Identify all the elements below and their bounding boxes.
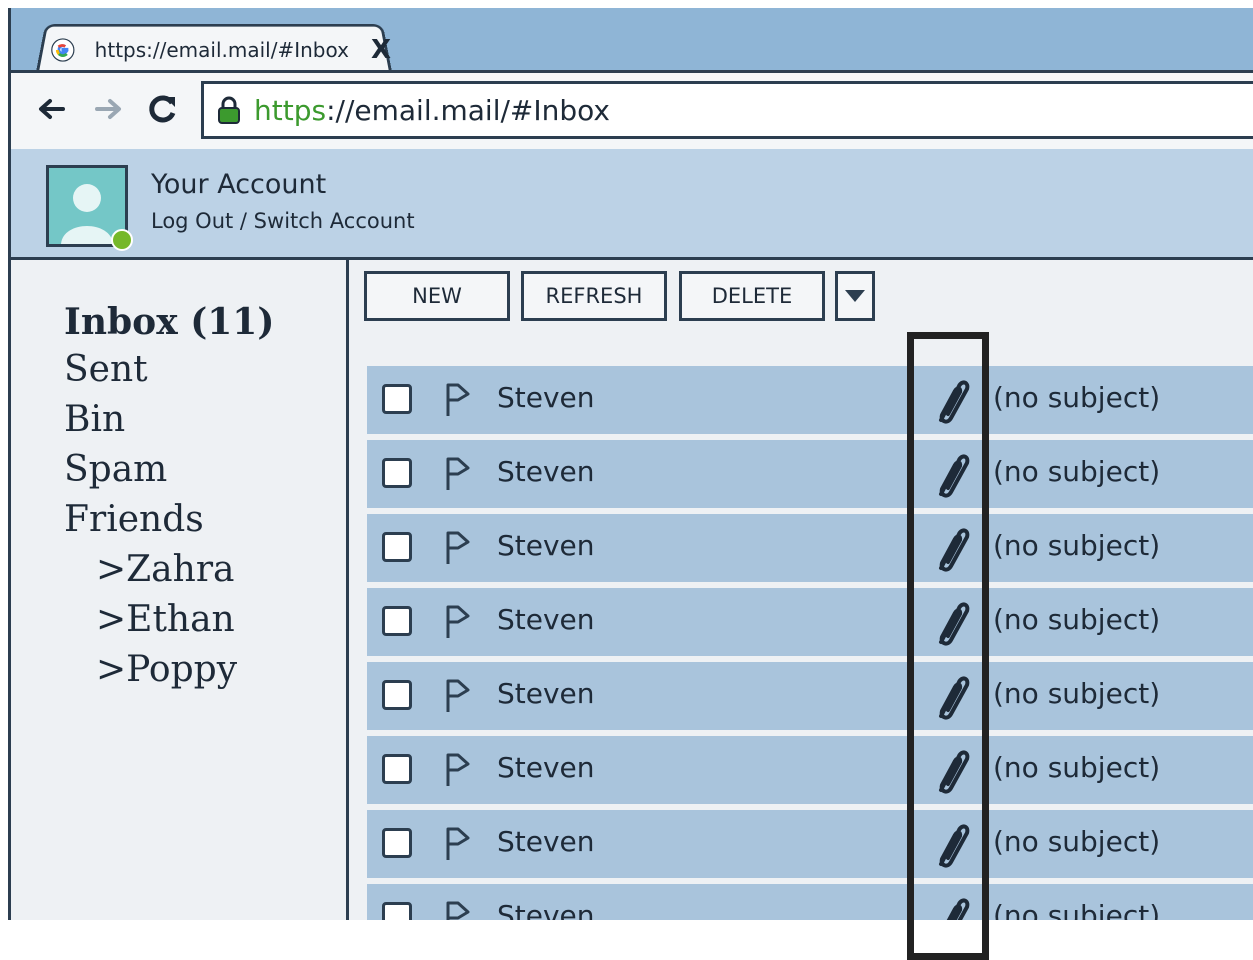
row-subject: (no subject) bbox=[993, 677, 1161, 710]
row-sender: Steven bbox=[497, 455, 595, 488]
folder-spam[interactable]: Spam bbox=[64, 452, 167, 488]
new-button[interactable]: NEW bbox=[364, 271, 510, 321]
row-checkbox[interactable] bbox=[382, 902, 412, 920]
tab-close-icon[interactable]: X bbox=[371, 37, 391, 63]
attachment-column-highlight bbox=[907, 332, 989, 960]
email-row[interactable]: Steven (no subject) bbox=[367, 810, 1253, 878]
row-checkbox[interactable] bbox=[382, 532, 412, 562]
row-subject: (no subject) bbox=[993, 529, 1161, 562]
tab-title: https://email.mail/#Inbox bbox=[94, 38, 349, 62]
account-links[interactable]: Log Out / Switch Account bbox=[151, 209, 415, 233]
flag-icon[interactable] bbox=[444, 604, 472, 640]
lock-icon bbox=[218, 96, 240, 124]
row-subject: (no subject) bbox=[993, 825, 1161, 858]
row-checkbox[interactable] bbox=[382, 680, 412, 710]
row-subject: (no subject) bbox=[993, 455, 1161, 488]
browser-tab-content[interactable]: https://email.mail/#Inbox X bbox=[51, 30, 391, 70]
row-sender: Steven bbox=[497, 751, 595, 784]
email-row[interactable]: Steven (no subject) bbox=[367, 588, 1253, 656]
flag-icon[interactable] bbox=[444, 456, 472, 492]
flag-icon[interactable] bbox=[444, 382, 472, 418]
browser-toolbar: https://email.mail/#Inbox bbox=[11, 70, 1253, 152]
address-bar[interactable]: https://email.mail/#Inbox bbox=[201, 81, 1253, 139]
flag-icon[interactable] bbox=[444, 678, 472, 714]
folder-zahra[interactable]: >Zahra bbox=[96, 552, 235, 588]
flag-icon[interactable] bbox=[444, 900, 472, 920]
flag-icon[interactable] bbox=[444, 752, 472, 788]
row-sender: Steven bbox=[497, 529, 595, 562]
row-sender: Steven bbox=[497, 603, 595, 636]
flag-icon[interactable] bbox=[444, 826, 472, 862]
row-checkbox[interactable] bbox=[382, 458, 412, 488]
email-row[interactable]: Steven (no subject) bbox=[367, 514, 1253, 582]
more-actions-button[interactable] bbox=[835, 271, 875, 321]
message-pane: NEW REFRESH DELETE Steven (no subject) Ste… bbox=[349, 260, 1253, 920]
flag-icon[interactable] bbox=[444, 530, 472, 566]
row-subject: (no subject) bbox=[993, 751, 1161, 784]
row-sender: Steven bbox=[497, 677, 595, 710]
browser-window: https://email.mail/#Inbox X https://emai… bbox=[8, 8, 1253, 920]
account-name: Your Account bbox=[151, 169, 327, 200]
row-subject: (no subject) bbox=[993, 603, 1161, 636]
url-protocol: https bbox=[254, 93, 327, 127]
folder-sidebar: Inbox (11) Sent Bin Spam Friends >Zahra … bbox=[11, 260, 349, 920]
folder-friends[interactable]: Friends bbox=[64, 502, 204, 538]
row-subject: (no subject) bbox=[993, 899, 1161, 920]
url-path: ://email.mail/#Inbox bbox=[326, 93, 611, 127]
folder-sent[interactable]: Sent bbox=[64, 352, 148, 388]
refresh-button[interactable]: REFRESH bbox=[521, 271, 667, 321]
email-row[interactable]: Steven (no subject) bbox=[367, 736, 1253, 804]
row-sender: Steven bbox=[497, 825, 595, 858]
email-row[interactable]: Steven (no subject) bbox=[367, 884, 1253, 920]
folder-poppy[interactable]: >Poppy bbox=[96, 652, 237, 688]
row-subject: (no subject) bbox=[993, 381, 1161, 414]
dropdown-triangle-icon bbox=[845, 290, 865, 302]
url-text: https://email.mail/#Inbox bbox=[254, 94, 610, 127]
row-checkbox[interactable] bbox=[382, 828, 412, 858]
google-g-icon bbox=[51, 38, 75, 62]
row-checkbox[interactable] bbox=[382, 606, 412, 636]
folder-inbox[interactable]: Inbox (11) bbox=[64, 304, 274, 340]
email-row[interactable]: Steven (no subject) bbox=[367, 440, 1253, 508]
account-header: Your Account Log Out / Switch Account bbox=[11, 149, 1253, 260]
row-checkbox[interactable] bbox=[382, 384, 412, 414]
row-sender: Steven bbox=[497, 381, 595, 414]
row-checkbox[interactable] bbox=[382, 754, 412, 784]
email-row[interactable]: Steven (no subject) bbox=[367, 662, 1253, 730]
forward-arrow-icon[interactable] bbox=[91, 91, 127, 127]
email-row[interactable]: Steven (no subject) bbox=[367, 366, 1253, 434]
back-arrow-icon[interactable] bbox=[33, 91, 69, 127]
folder-bin[interactable]: Bin bbox=[64, 402, 125, 438]
folder-ethan[interactable]: >Ethan bbox=[96, 602, 235, 638]
row-sender: Steven bbox=[497, 899, 595, 920]
online-status-indicator bbox=[111, 229, 133, 251]
reload-icon[interactable] bbox=[145, 91, 181, 127]
delete-button[interactable]: DELETE bbox=[679, 271, 825, 321]
